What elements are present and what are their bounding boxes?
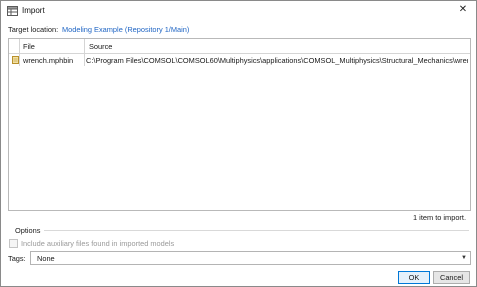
options-divider [44,230,469,231]
file-cell: wrench.mphbin [23,56,74,65]
import-table-icon [7,6,18,16]
options-group-label: Options [15,226,41,235]
source-cell: C:\Program Files\COMSOL\COMSOL60\Multiph… [86,56,468,65]
title-bar: Import ✕ [1,1,476,21]
column-header-file[interactable]: File [23,42,35,51]
cancel-button[interactable]: Cancel [433,271,470,284]
chevron-down-icon: ▼ [461,255,467,261]
import-table: File Source wrench.mphbin C:\Program Fil… [8,38,471,211]
close-button[interactable]: ✕ [450,1,476,21]
target-location-label: Target location: [8,25,59,34]
import-count-text: 1 item to import. [413,213,466,222]
table-row[interactable]: wrench.mphbin C:\Program Files\COMSOL\CO… [9,54,470,66]
tags-selected-value: None [37,254,55,263]
tags-select[interactable]: None ▼ [30,251,471,265]
ok-button[interactable]: OK [398,271,430,284]
window-title: Import [22,6,45,15]
close-icon: ✕ [458,4,468,15]
column-header-source[interactable]: Source [89,42,112,51]
target-location-link[interactable]: Modeling Example (Repository 1/Main) [62,25,189,34]
cancel-button-label: Cancel [439,273,463,282]
include-auxiliary-checkbox[interactable] [9,239,18,248]
ok-button-label: OK [408,273,420,282]
tags-label: Tags: [8,254,26,263]
include-auxiliary-label: Include auxiliary files found in importe… [21,239,175,248]
import-dialog: Import ✕ Target location: Modeling Examp… [0,0,477,287]
mph-file-icon [12,56,19,64]
table-header: File Source [9,39,470,54]
